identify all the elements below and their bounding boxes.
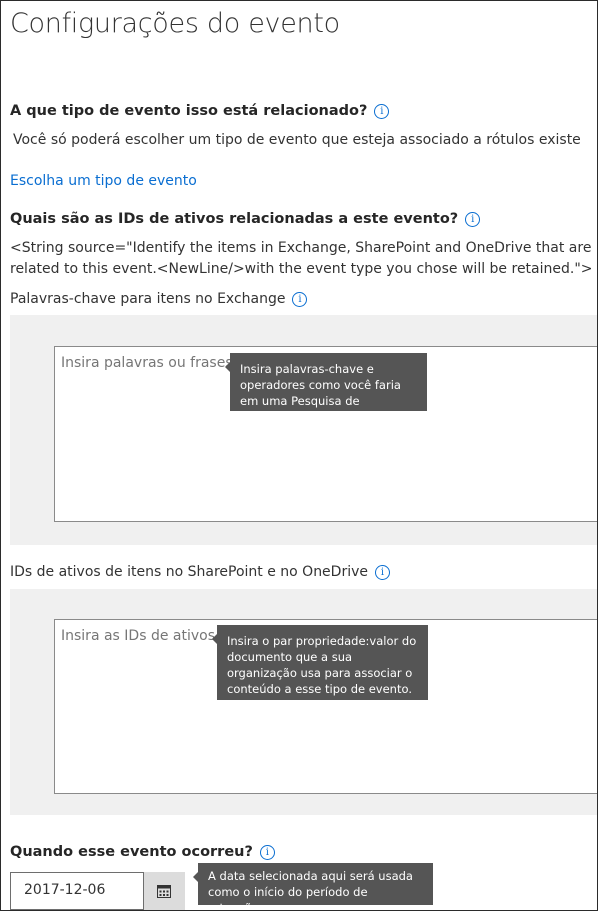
asset-ids-question-text: Quais são as IDs de ativos relacionadas … xyxy=(10,211,459,227)
asset-ids-description: <String source="Identify the items in Ex… xyxy=(10,240,593,277)
date-picker-button[interactable] xyxy=(144,872,185,910)
exchange-keywords-placeholder: Insira palavras ou frases xyxy=(61,355,233,371)
sharepoint-asset-ids-label-text: IDs de ativos de itens no SharePoint e n… xyxy=(10,564,368,580)
event-date-question: Quando esse evento ocorreu? i xyxy=(10,844,275,860)
info-icon[interactable]: i xyxy=(375,565,390,580)
event-date-tooltip: A data selecionada aqui será usada como … xyxy=(193,863,433,910)
event-date-input[interactable]: 2017-12-06 xyxy=(10,872,144,910)
asset-ids-question: Quais são as IDs de ativos relacionadas … xyxy=(10,211,481,227)
exchange-keywords-tooltip: Insira palavras-chave e operadores como … xyxy=(225,353,427,424)
sharepoint-asset-ids-panel: Insira as IDs de ativos Insira o par pro… xyxy=(10,589,597,815)
event-type-description: Você só poderá escolher um tipo de event… xyxy=(13,132,581,148)
exchange-keywords-panel: Insira palavras ou frases Insira palavra… xyxy=(10,315,597,545)
sharepoint-asset-ids-tooltip: Insira o par propriedade:valor do docume… xyxy=(212,625,428,700)
event-date-question-text: Quando esse evento ocorreu? xyxy=(10,844,253,860)
calendar-icon xyxy=(157,885,171,898)
info-icon[interactable]: i xyxy=(465,212,481,227)
exchange-keywords-label: Palavras-chave para itens no Exchange i xyxy=(10,291,308,307)
info-icon[interactable]: i xyxy=(259,845,275,860)
info-icon[interactable]: i xyxy=(374,104,390,119)
event-type-question: A que tipo de evento isso está relaciona… xyxy=(10,103,390,119)
event-type-question-text: A que tipo de evento isso está relaciona… xyxy=(10,103,368,119)
info-icon[interactable]: i xyxy=(292,292,308,307)
choose-event-type-link[interactable]: Escolha um tipo de evento xyxy=(10,173,197,189)
event-settings-panel: Configurações do evento A que tipo de ev… xyxy=(0,0,598,911)
sharepoint-asset-ids-label: IDs de ativos de itens no SharePoint e n… xyxy=(10,564,390,580)
page-title: Configurações do evento xyxy=(10,8,340,39)
sharepoint-asset-ids-placeholder: Insira as IDs de ativos xyxy=(61,628,215,644)
exchange-keywords-label-text: Palavras-chave para itens no Exchange xyxy=(10,291,286,307)
